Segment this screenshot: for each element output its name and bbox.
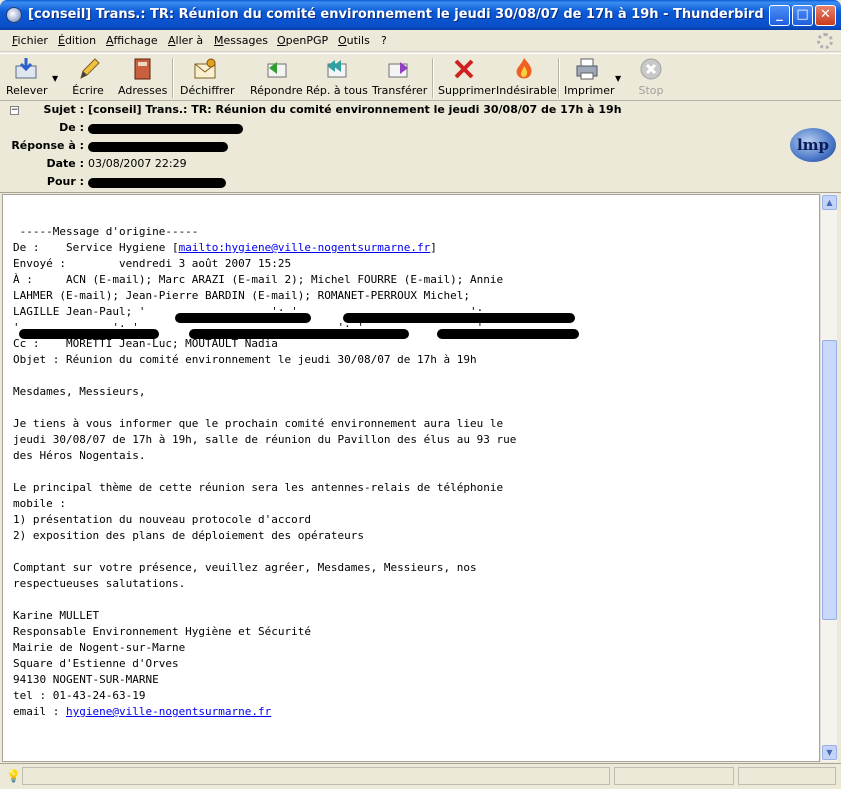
redacted-reply-to-address[interactable] bbox=[88, 142, 228, 152]
redacted-recipient-2 bbox=[343, 313, 575, 323]
forward-icon bbox=[386, 56, 412, 82]
decrypt-envelope-icon bbox=[192, 56, 218, 82]
print-button[interactable]: Imprimer bbox=[564, 56, 615, 100]
status-bar: 💡 bbox=[0, 763, 841, 789]
subject-value: [conseil] Trans.: TR: Réunion du comité … bbox=[88, 103, 622, 116]
pencil-icon bbox=[75, 56, 101, 82]
date-value: 03/08/2007 22:29 bbox=[88, 157, 187, 170]
thunderbird-app-icon[interactable] bbox=[6, 7, 22, 23]
scroll-up-icon[interactable]: ▲ bbox=[822, 195, 837, 210]
get-mail-button[interactable]: Relever bbox=[6, 56, 48, 100]
delete-button[interactable]: Supprimer bbox=[438, 56, 496, 100]
redacted-recipient-4 bbox=[189, 329, 409, 339]
toolbar-separator bbox=[558, 58, 560, 98]
menu-fichier[interactable]: Fichier bbox=[12, 34, 48, 47]
message-body[interactable]: -----Message d'origine----- De : Service… bbox=[2, 194, 820, 762]
menu-messages[interactable]: Messages bbox=[214, 34, 268, 47]
address-book-icon bbox=[129, 56, 155, 82]
menu-bar: Fichier Édition Affichage Aller à Messag… bbox=[0, 30, 841, 52]
reply-all-button[interactable]: Rép. à tous bbox=[306, 56, 368, 100]
toolbar-separator bbox=[172, 58, 174, 98]
mailto-link[interactable]: mailto:hygiene@ville-nogentsurmarne.fr bbox=[179, 241, 431, 254]
status-progress-panel bbox=[614, 767, 734, 785]
message-scrollbar[interactable]: ▲ ▼ bbox=[820, 194, 837, 762]
menu-help[interactable]: ? bbox=[381, 34, 387, 47]
date-row: Date : 03/08/2007 22:29 bbox=[0, 157, 841, 173]
print-dropdown-icon[interactable]: ▼ bbox=[615, 74, 621, 83]
email-link[interactable]: hygiene@ville-nogentsurmarne.fr bbox=[66, 705, 271, 718]
date-label: Date : bbox=[46, 157, 84, 170]
menu-openpgp[interactable]: OpenPGP bbox=[277, 34, 328, 47]
minimize-button[interactable]: _ bbox=[769, 5, 790, 26]
redacted-recipient-5 bbox=[437, 329, 579, 339]
message-text: -----Message d'origine----- De : Service… bbox=[13, 225, 517, 718]
reply-button[interactable]: Répondre bbox=[250, 56, 303, 100]
get-mail-icon bbox=[13, 56, 39, 82]
delete-x-icon bbox=[451, 56, 477, 82]
title-bar: [conseil] Trans.: TR: Réunion du comité … bbox=[0, 0, 841, 30]
decrypt-button[interactable]: Déchiffrer bbox=[180, 56, 234, 100]
stop-button: Stop bbox=[634, 56, 668, 100]
write-button[interactable]: Écrire bbox=[70, 56, 106, 100]
scroll-down-icon[interactable]: ▼ bbox=[822, 745, 837, 760]
stop-icon bbox=[638, 56, 664, 82]
junk-flame-icon bbox=[511, 56, 537, 82]
status-text-panel bbox=[22, 767, 610, 785]
lightbulb-icon: 💡 bbox=[6, 769, 21, 783]
get-mail-dropdown-icon[interactable]: ▼ bbox=[52, 74, 58, 83]
printer-icon bbox=[574, 56, 600, 82]
status-extra-panel bbox=[738, 767, 836, 785]
reply-all-icon bbox=[323, 56, 349, 82]
forward-button[interactable]: Transférer bbox=[372, 56, 427, 100]
redacted-to-address[interactable] bbox=[88, 178, 226, 188]
junk-button[interactable]: Indésirable bbox=[496, 56, 557, 100]
redacted-recipient-1 bbox=[175, 313, 311, 323]
sender-logo: lmp bbox=[790, 128, 836, 162]
subject-label: Sujet : bbox=[43, 103, 84, 116]
activity-throbber-icon bbox=[817, 33, 833, 49]
menu-aller-a[interactable]: Aller à bbox=[168, 34, 203, 47]
reply-to-label: Réponse à : bbox=[11, 139, 84, 152]
maximize-button[interactable]: □ bbox=[792, 5, 813, 26]
main-toolbar: Relever ▼ Écrire Adresses Déchiffrer Rép… bbox=[0, 53, 841, 101]
reply-icon bbox=[263, 56, 289, 82]
subject-row: Sujet : [conseil] Trans.: TR: Réunion du… bbox=[0, 103, 841, 119]
menu-outils[interactable]: Outils bbox=[338, 34, 370, 47]
redacted-from-address[interactable] bbox=[88, 124, 243, 134]
to-label: Pour : bbox=[46, 175, 84, 188]
menu-affichage[interactable]: Affichage bbox=[106, 34, 158, 47]
address-book-button[interactable]: Adresses bbox=[118, 56, 167, 100]
window-title: [conseil] Trans.: TR: Réunion du comité … bbox=[28, 7, 764, 22]
toolbar-separator bbox=[432, 58, 434, 98]
redacted-recipient-3 bbox=[19, 329, 159, 339]
close-button[interactable]: ✕ bbox=[815, 5, 836, 26]
from-label: De : bbox=[59, 121, 84, 134]
scroll-thumb[interactable] bbox=[822, 340, 837, 620]
menu-edition[interactable]: Édition bbox=[58, 34, 96, 47]
